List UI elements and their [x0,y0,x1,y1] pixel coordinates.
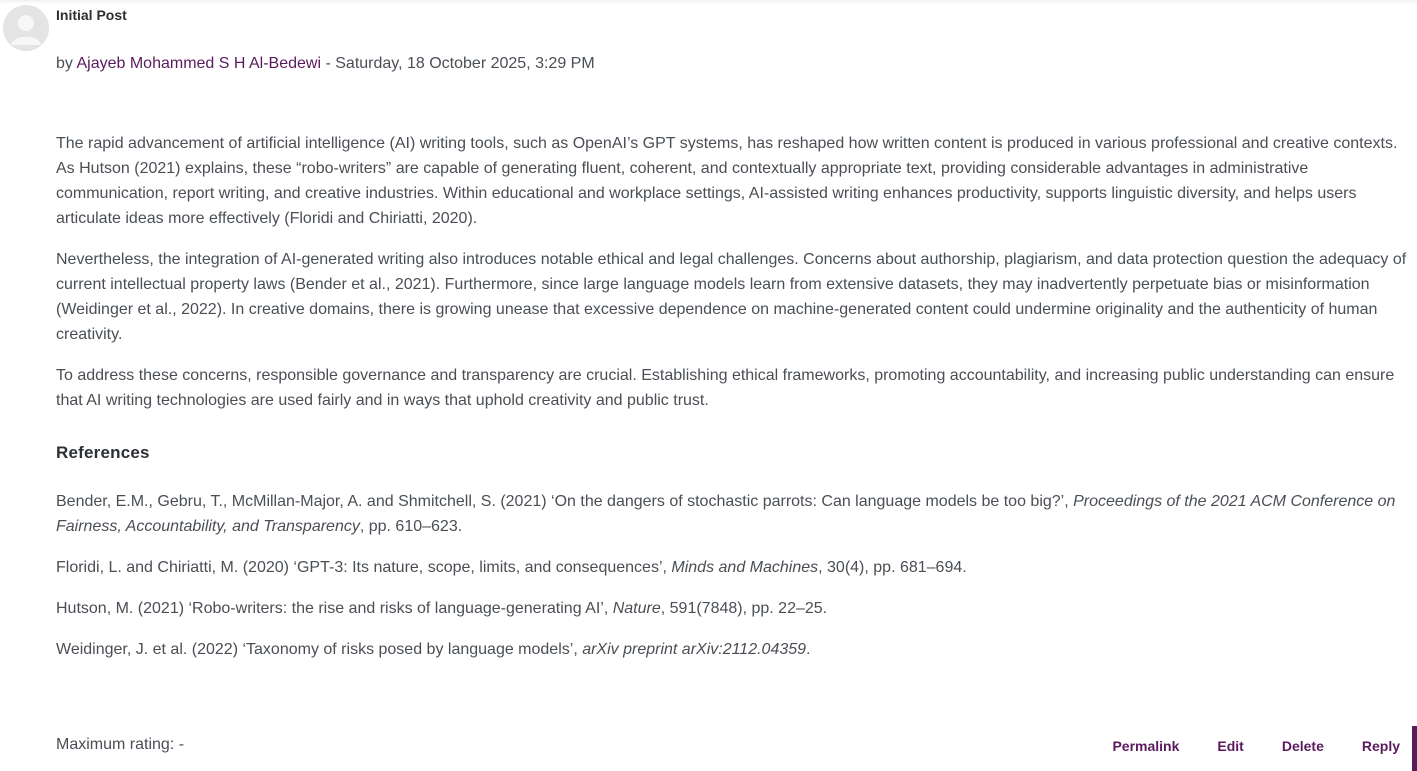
edit-link[interactable]: Edit [1217,738,1243,754]
reference-details: , pp. 610–623. [359,518,463,535]
user-avatar-icon[interactable] [3,5,49,51]
scrollbar-thumb[interactable] [1412,726,1417,771]
reference-item: Hutson, M. (2021) ‘Robo-writers: the ris… [56,596,1412,621]
reply-link[interactable]: Reply [1362,738,1400,754]
reference-source: Minds and Machines [671,559,819,576]
post-date: Saturday, 18 October 2025, 3:29 PM [335,55,595,72]
permalink-link[interactable]: Permalink [1112,738,1179,754]
post-byline: by Ajayeb Mohammed S H Al-Bedewi - Satur… [56,55,595,73]
author-link[interactable]: Ajayeb Mohammed S H Al-Bedewi [76,55,321,72]
reference-details: . [806,641,811,658]
reference-details: , 591(7848), pp. 22–25. [660,600,828,617]
reference-details: , 30(4), pp. 681–694. [818,559,967,576]
reference-text: Weidinger, J. et al. (2022) ‘Taxonomy of… [56,641,583,658]
reference-source: Nature [612,600,661,617]
forum-post: Initial Post by Ajayeb Mohammed S H Al-B… [0,0,1417,771]
content-paragraph: The rapid advancement of artificial inte… [56,135,1398,227]
content-paragraph: To address these concerns, responsible g… [56,367,1395,409]
reference-item: Bender, E.M., Gebru, T., McMillan-Major,… [56,489,1412,539]
reference-item: Weidinger, J. et al. (2022) ‘Taxonomy of… [56,637,1412,662]
post-actions: Permalink Edit Delete Reply [1074,738,1400,754]
byline-separator: - [321,55,336,72]
reference-text: Bender, E.M., Gebru, T., McMillan-Major,… [56,493,1074,510]
delete-link[interactable]: Delete [1282,738,1324,754]
maximum-rating: Maximum rating: - [56,736,185,753]
references-heading: References [56,443,150,462]
reference-text: Hutson, M. (2021) ‘Robo-writers: the ris… [56,600,613,617]
reference-item: Floridi, L. and Chiriatti, M. (2020) ‘GP… [56,555,1412,580]
post-subject: Initial Post [56,7,127,23]
byline-prefix: by [56,55,77,72]
top-divider [0,0,1417,4]
reference-text: Floridi, L. and Chiriatti, M. (2020) ‘GP… [56,559,672,576]
post-content: The rapid advancement of artificial inte… [56,131,1412,678]
content-paragraph: Nevertheless, the integration of AI-gene… [56,251,1407,343]
references-list: Bender, E.M., Gebru, T., McMillan-Major,… [56,489,1412,662]
reference-source: arXiv preprint arXiv:2112.04359 [582,641,807,658]
